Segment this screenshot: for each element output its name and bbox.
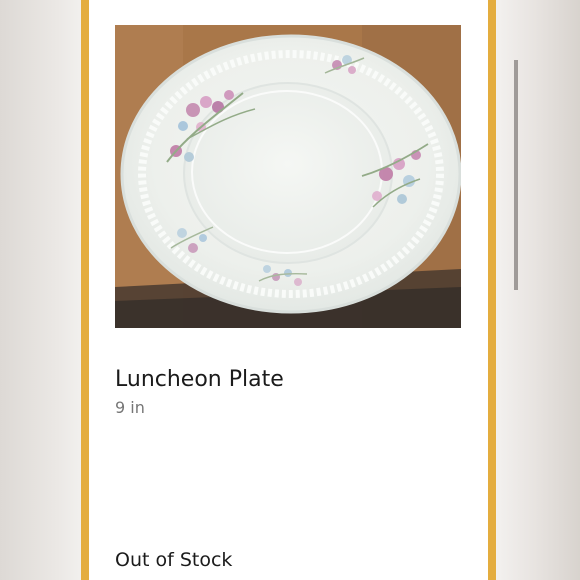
left-blurred-background [0,0,82,580]
stock-status: Out of Stock [115,549,233,571]
product-title: Luncheon Plate [115,367,284,392]
product-size: 9 in [115,398,145,417]
product-image[interactable] [115,25,461,328]
product-card-screen: Luncheon Plate 9 in Out of Stock [0,0,580,580]
right-background-shadow [514,60,518,290]
right-blurred-background [496,0,580,580]
plate-illustration [120,34,461,314]
